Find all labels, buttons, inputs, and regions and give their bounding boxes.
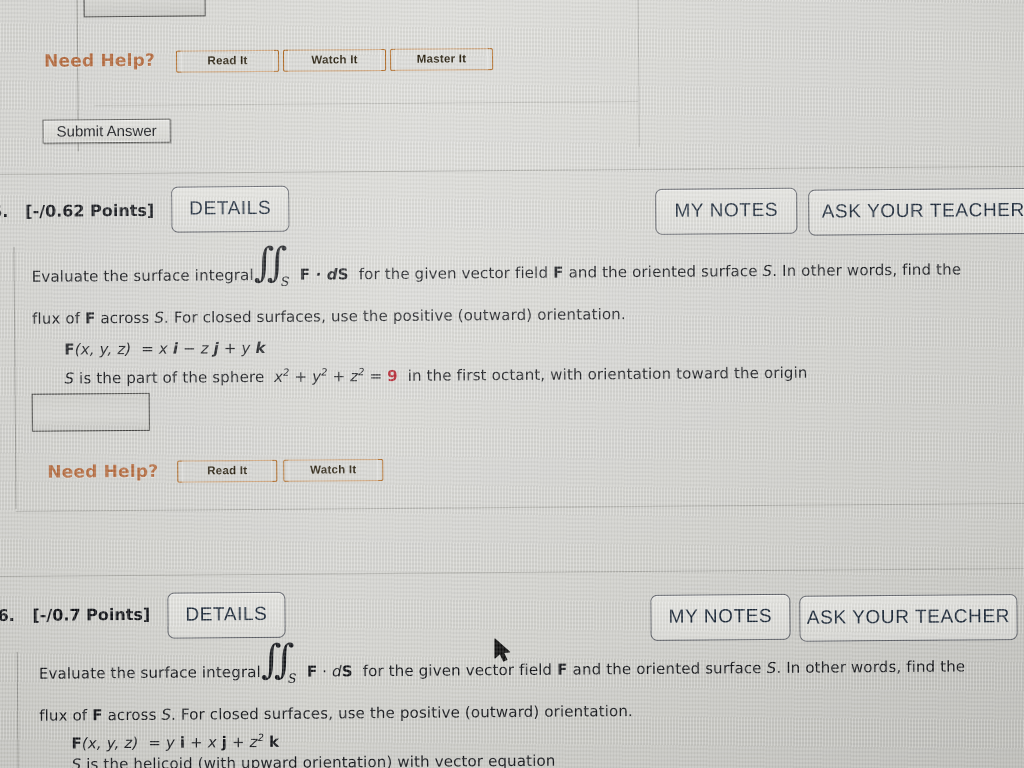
q15-field-eq: = x i − z j + y k (141, 338, 266, 358)
q15-surface-tail: in the first octant, with orientation to… (407, 363, 808, 385)
watch-it-button-top[interactable]: Watch It (282, 48, 387, 72)
master-it-label: Master It (394, 48, 489, 71)
q15-prompt-text-c: for the given vector field (358, 263, 549, 284)
q16-prompt-text-e: and the oriented surface (572, 659, 762, 679)
q15-vector-field: F(x, y, z) = x i − z j + y k (64, 339, 265, 359)
q15-surface-value: 9 (387, 366, 398, 385)
q15-field-label: F (64, 340, 75, 359)
q16-prompt-text-a: Evaluate the surface integral (38, 662, 261, 683)
watch-it-label: Watch It (287, 49, 382, 72)
question-16-points: [-/0.7 Points] (32, 604, 151, 625)
q16-ital-S-2: S (161, 705, 172, 724)
q16-flux-expr: F · dS (306, 662, 353, 681)
watch-it-label-q15: Watch It (288, 459, 379, 482)
q15-prompt-text-a: Evaluate the surface integral (31, 266, 254, 286)
question-16-number: 16. (0, 605, 15, 626)
top-answer-input[interactable] (83, 0, 206, 18)
details-button-q16[interactable]: DETAILS (167, 591, 286, 639)
read-it-label: Read It (180, 49, 275, 73)
q16-field-eq: = y i + x j + z2 k (148, 732, 280, 752)
q15-equals: = (369, 366, 388, 386)
my-notes-button-q16[interactable]: MY NOTES (650, 593, 791, 641)
q15-surface-intro-S: S (64, 369, 75, 388)
question-15-points: [-/0.62 Points] (25, 200, 155, 221)
q15-prompt-text-e: and the oriented surface (568, 262, 758, 282)
master-it-button-top[interactable]: Master It (389, 48, 494, 71)
read-it-button-q15[interactable]: Read It (177, 459, 278, 483)
read-it-button-top[interactable]: Read It (175, 49, 280, 73)
q16-prompt-text-c: for the given vector field (362, 660, 553, 681)
q16-surface-description: S is the helicoid (with upward orientati… (72, 752, 556, 768)
watch-it-button-q15[interactable]: Watch It (283, 459, 384, 482)
q15-bold-F-2: F (85, 309, 96, 328)
divider-before-q16 (0, 567, 1024, 578)
q16-vector-field: F(x, y, z) = y i + x j + z2 k (71, 733, 279, 753)
q16-prompt-text-d: F (557, 660, 568, 679)
integral-subscript-q16: S (287, 670, 297, 686)
q15-surface-equation: x2 + y2 + z2 (274, 367, 365, 386)
q16-prompt-text-f: S (766, 658, 777, 678)
q15-field-args: (x, y, z) (74, 339, 132, 359)
q16-bold-F-2: F (92, 706, 103, 725)
divider-between-top-and-q15 (0, 165, 1024, 176)
q16-surface-intro-rest: is the helicoid (with upward orientation… (81, 751, 556, 768)
my-notes-button-q15[interactable]: MY NOTES (655, 187, 798, 235)
q16-field-label: F (71, 734, 82, 753)
q15-prompt-text-g: . In other words, find the (772, 260, 962, 280)
read-it-label-q15: Read It (182, 459, 273, 483)
q16-surface-intro-S: S (71, 755, 82, 768)
screen-photo: Need Help? Read It Watch It Master It Su… (0, 0, 1024, 768)
integral-subscript-q15: S (280, 273, 290, 289)
question-15-number: 5. (0, 201, 9, 222)
ask-your-teacher-button-q16[interactable]: ASK YOUR TEACHER (799, 594, 1018, 642)
submit-answer-button-top[interactable]: Submit Answer (42, 118, 171, 144)
q15-answer-input[interactable] (31, 392, 150, 432)
q15-prompt-text-f: S (762, 261, 773, 281)
double-integral-symbol-q16: ∫ ∫ S (260, 636, 297, 686)
details-button-q15[interactable]: DETAILS (171, 185, 290, 233)
q15-prompt-text-d: F (553, 263, 564, 282)
q15-ital-S-2: S (154, 308, 165, 327)
ask-your-teacher-button-q15[interactable]: ASK YOUR TEACHER (808, 187, 1024, 236)
double-integral-symbol-q15: ∫ ∫ S (253, 239, 290, 289)
q15-flux-expr: F · dS (299, 265, 349, 284)
need-help-label-q15: Need Help? (47, 461, 159, 483)
q16-prompt-text-g: . In other words, find the (776, 657, 966, 677)
q16-field-args: (x, y, z) (81, 733, 139, 753)
need-help-label-top: Need Help? (43, 50, 156, 72)
mouse-pointer-icon (494, 638, 511, 662)
webassign-assignment-page: Need Help? Read It Watch It Master It Su… (0, 0, 1024, 768)
